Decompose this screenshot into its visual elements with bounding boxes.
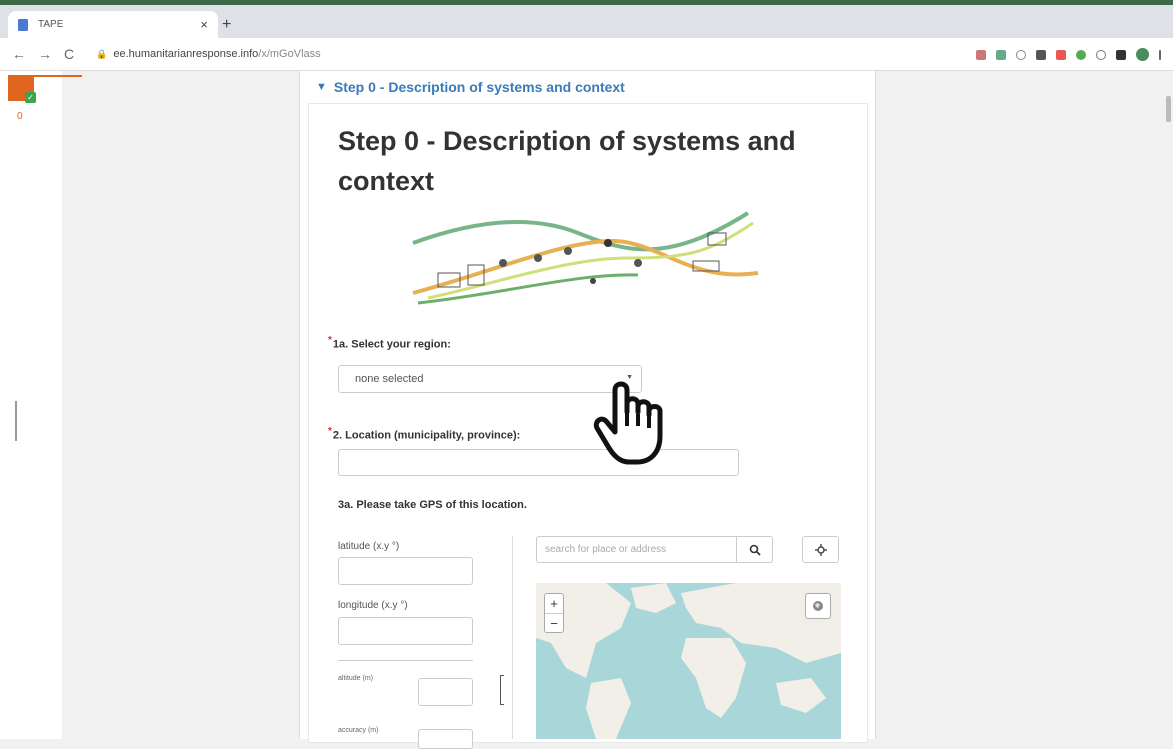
column-divider — [512, 536, 513, 739]
address-bar: ← → C 🔒 ee.humanitarianresponse.info/x/m… — [0, 38, 1173, 71]
map-search-input[interactable]: search for place or address — [536, 536, 737, 563]
accuracy-input[interactable] — [418, 729, 473, 749]
favicon-icon — [18, 18, 28, 31]
url-host: ee.humanitarianresponse.info — [113, 48, 259, 60]
altitude-label: altitude (m) — [338, 675, 374, 682]
zoom-in-button[interactable]: + — [545, 594, 563, 613]
extension-icon[interactable] — [1036, 49, 1046, 60]
progress-line — [34, 75, 82, 77]
longitude-label: longitude (x.y °) — [338, 600, 408, 611]
avatar[interactable] — [1136, 48, 1149, 61]
locate-me-button[interactable] — [802, 536, 839, 563]
group-toggle[interactable]: ▼ Step 0 - Description of systems and co… — [316, 79, 625, 95]
page-scrollbar[interactable] — [1166, 96, 1171, 122]
star-icon[interactable] — [1016, 49, 1026, 60]
tab-close-icon[interactable]: × — [200, 17, 208, 32]
zoom-control: + − — [544, 593, 564, 633]
extension-icon[interactable] — [1076, 49, 1086, 60]
extension-icon[interactable] — [976, 49, 986, 60]
page-title: Step 0 - Description of systems and cont… — [338, 126, 796, 196]
tab-bar: TAPE × + — [0, 5, 1173, 38]
divider — [338, 660, 473, 661]
extensions-area — [976, 48, 1161, 61]
longitude-input[interactable] — [338, 617, 473, 645]
app-logo[interactable]: ✓ — [8, 75, 36, 103]
location-label-text: 2. Location (municipality, province): — [332, 429, 521, 442]
required-mark: * — [328, 426, 332, 437]
extension-icon[interactable] — [1056, 49, 1066, 60]
back-button[interactable]: ← — [12, 46, 26, 62]
puzzle-icon[interactable] — [1116, 49, 1126, 60]
latitude-input[interactable] — [338, 557, 473, 585]
extension-icon[interactable] — [1096, 49, 1106, 60]
latitude-label: latitude (x.y °) — [338, 541, 400, 552]
url-field[interactable]: 🔒 ee.humanitarianresponse.info/x/mGoVlas… — [96, 48, 321, 60]
location-question-label: *2. Location (municipality, province): — [328, 426, 520, 442]
lock-icon: 🔒 — [96, 48, 108, 59]
browser-tab[interactable]: TAPE × — [8, 11, 218, 38]
gps-map[interactable]: + − — [536, 583, 841, 739]
crosshair-icon — [814, 543, 827, 556]
altitude-input[interactable] — [418, 678, 473, 706]
globe-icon — [813, 601, 823, 611]
group-header-label: Step 0 - Description of systems and cont… — [333, 79, 625, 95]
world-map — [536, 583, 841, 739]
tab-title: TAPE — [38, 19, 64, 30]
url-path: /x/mGoVlass — [258, 48, 321, 60]
caret-down-icon: ▼ — [316, 81, 327, 93]
check-icon: ✓ — [25, 92, 36, 103]
accuracy-label: accuracy (m) — [338, 727, 379, 734]
form-panel: ▼ Step 0 - Description of systems and co… — [299, 71, 876, 749]
bracket-divider — [500, 675, 504, 705]
hand-pointer-icon — [593, 381, 663, 465]
region-select-value: none selected — [355, 373, 424, 385]
extension-icon[interactable] — [996, 49, 1006, 60]
gps-question-label: 3a. Please take GPS of this location. — [338, 499, 527, 511]
menu-icon[interactable] — [1159, 49, 1161, 60]
new-tab-button[interactable]: + — [222, 16, 231, 34]
left-sidebar: ✓ 0 — [0, 71, 82, 739]
layers-button[interactable] — [805, 593, 831, 619]
zoom-out-button[interactable]: − — [545, 614, 563, 633]
search-icon — [749, 544, 761, 556]
region-label-text: 1a. Select your region: — [332, 338, 451, 351]
reload-button[interactable]: C — [64, 46, 74, 62]
forward-button[interactable]: → — [38, 46, 52, 62]
required-mark: * — [328, 335, 332, 346]
location-input[interactable] — [338, 449, 739, 476]
progress-count: 0 — [17, 111, 23, 122]
sidebar-resize-handle[interactable] — [15, 401, 17, 441]
map-search-button[interactable] — [737, 536, 773, 563]
region-question-label: *1a. Select your region: — [328, 335, 451, 351]
farm-landscape-illustration — [412, 211, 759, 305]
